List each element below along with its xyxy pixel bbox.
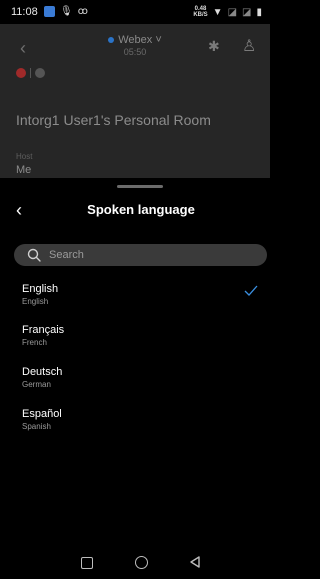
meeting-badges — [16, 68, 45, 78]
language-subtitle: English — [22, 297, 49, 306]
wifi-icon: ▼ — [212, 6, 223, 18]
security-badge-icon — [35, 68, 45, 78]
meeting-room-name: Intorg1 User1's Personal Room — [16, 112, 211, 128]
webex-notification-icon — [44, 6, 55, 17]
bluetooth-icon: ✱ — [208, 38, 220, 54]
status-icons-right: 0.48 KB/S ▼ ◪ ◪ ▮ — [193, 6, 262, 18]
checkmark-icon — [244, 285, 258, 296]
signal-2-icon: ◪ — [242, 6, 252, 18]
recording-badge-icon — [16, 68, 26, 78]
meeting-app-title: Webex ˅ — [0, 34, 270, 46]
home-button[interactable] — [135, 556, 148, 569]
recent-apps-button[interactable] — [81, 557, 93, 569]
network-speed: 0.48 KB/S — [193, 6, 208, 18]
badge-divider — [30, 68, 31, 78]
search-icon — [27, 248, 41, 262]
language-subtitle: German — [22, 380, 51, 389]
navigation-bar — [0, 549, 270, 579]
search-input[interactable]: Search — [14, 244, 267, 266]
language-name: Français — [22, 324, 65, 336]
language-name: Deutsch — [22, 366, 63, 378]
meeting-title-wrap: Webex ˅ 05:50 — [0, 34, 270, 57]
language-item-french[interactable]: Français French — [0, 324, 270, 364]
microphone-icon: 🎙︎ — [60, 6, 73, 17]
voicemail-icon: ꝏ — [77, 6, 88, 17]
meeting-background: ‹ Webex ˅ 05:50 ✱ ♙ Intorg1 User1's Pers… — [0, 24, 270, 178]
language-item-spanish[interactable]: Español Spanish — [0, 408, 270, 448]
signal-icon: ◪ — [227, 6, 238, 18]
status-time: 11:08 — [11, 6, 38, 18]
chevron-down-icon: ˅ — [152, 34, 162, 46]
sheet-title: Spoken language — [87, 202, 195, 217]
sheet-drag-handle[interactable] — [117, 185, 163, 188]
language-subtitle: Spanish — [22, 422, 51, 431]
language-item-german[interactable]: Deutsch German — [0, 366, 270, 406]
host-label: Host — [16, 152, 33, 161]
webex-logo-icon — [108, 37, 115, 44]
status-icons-left: 🎙︎ ꝏ — [44, 6, 88, 17]
language-name: Español — [22, 408, 62, 420]
status-bar: 11:08 🎙︎ ꝏ 0.48 KB/S ▼ ◪ ◪ ▮ — [0, 0, 270, 24]
host-value: Me — [16, 164, 32, 176]
language-name: English — [22, 283, 59, 295]
meeting-timer: 05:50 — [123, 47, 147, 57]
meeting-app-name: Webex — [118, 34, 153, 46]
search-placeholder: Search — [49, 249, 84, 261]
back-triangle-icon[interactable] — [188, 555, 202, 569]
spoken-language-sheet: ‹ Spoken language Search English English… — [0, 178, 270, 579]
language-item-english[interactable]: English English — [0, 283, 270, 323]
battery-icon: ▮ — [256, 6, 262, 18]
participants-icon: ♙ — [242, 38, 257, 55]
language-subtitle: French — [22, 338, 47, 347]
